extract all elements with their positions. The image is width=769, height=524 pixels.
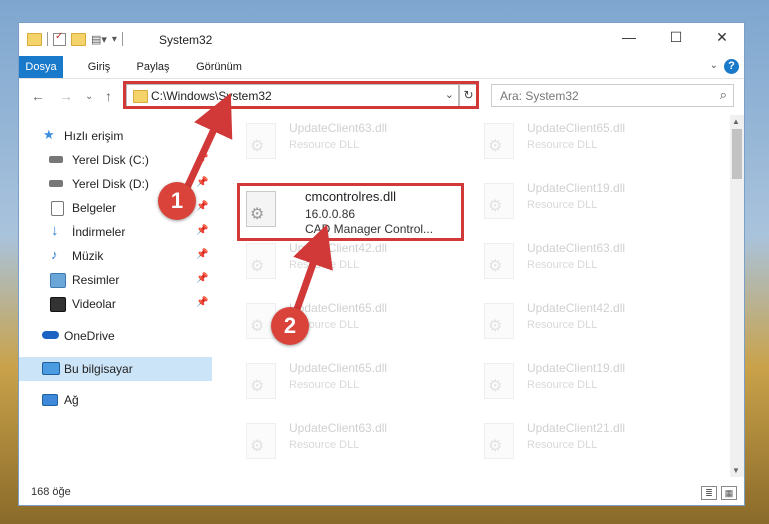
arrow-to-address: [182, 92, 233, 192]
arrow-to-file: [292, 224, 333, 314]
step-2-badge: 2: [271, 307, 309, 345]
step-1-badge: 1: [158, 182, 196, 220]
annotation-arrows: [182, 92, 333, 314]
